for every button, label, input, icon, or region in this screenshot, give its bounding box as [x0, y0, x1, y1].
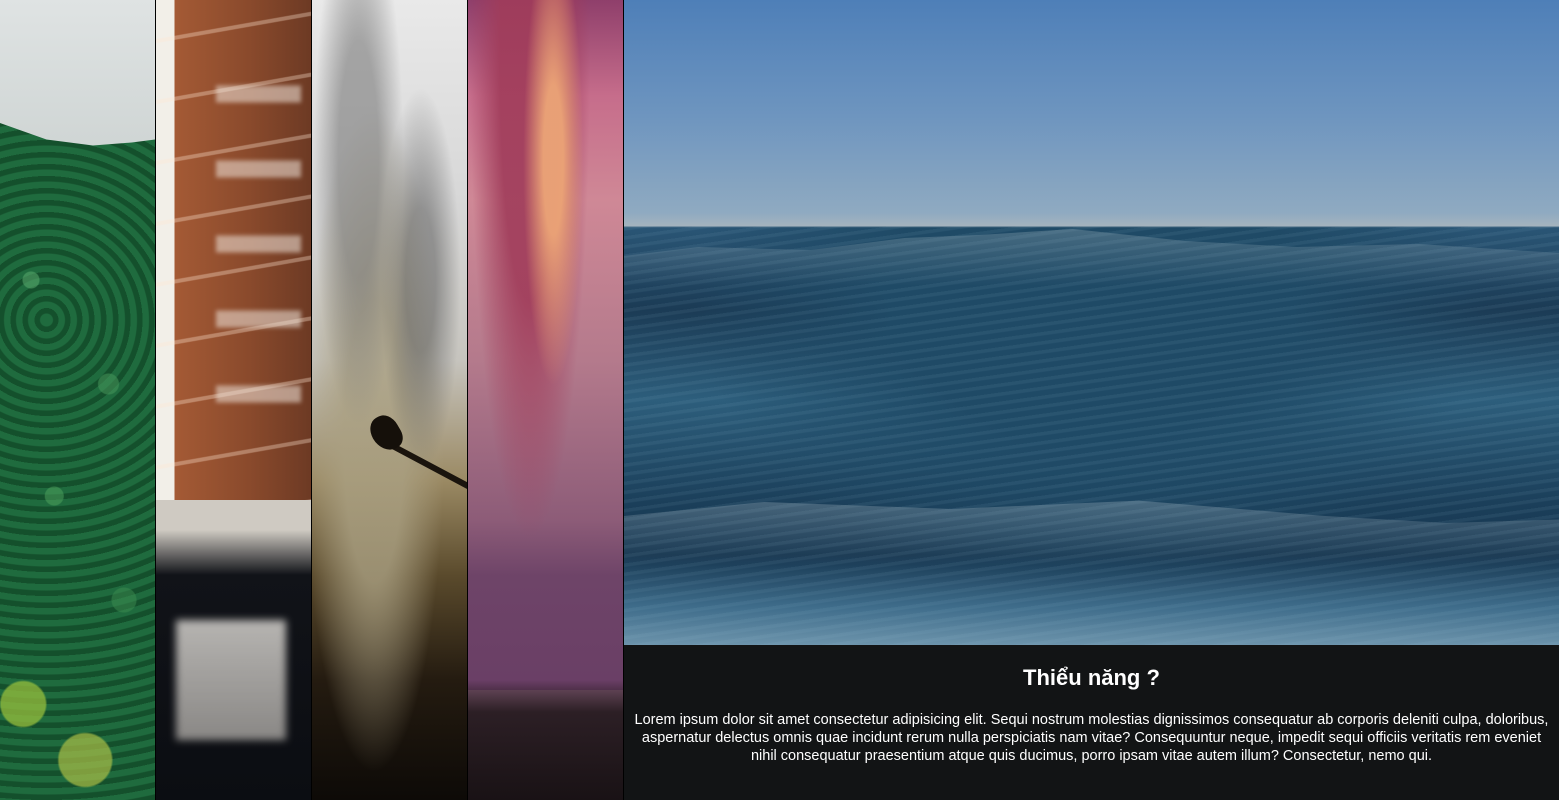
image-accordion-gallery: Thiểu năng ? Lorem ipsum dolor sit amet …	[0, 0, 1559, 800]
panel-smoke[interactable]	[311, 0, 467, 800]
smoke-image	[312, 0, 467, 800]
panel-caption: Thiểu năng ? Lorem ipsum dolor sit amet …	[624, 645, 1559, 800]
panel-ocean-active[interactable]: Thiểu năng ? Lorem ipsum dolor sit amet …	[623, 0, 1559, 800]
panel-forest[interactable]	[0, 0, 155, 800]
building-windows	[216, 40, 301, 460]
forest-sky	[0, 0, 155, 146]
panel-sunset[interactable]	[467, 0, 623, 800]
panel-building[interactable]	[155, 0, 311, 800]
sunset-beach	[468, 690, 623, 800]
sunset-image	[468, 0, 623, 800]
caption-title: Thiểu năng ?	[1023, 665, 1160, 690]
caption-description: Lorem ipsum dolor sit amet consectetur a…	[634, 712, 1549, 764]
building-door	[176, 620, 286, 740]
